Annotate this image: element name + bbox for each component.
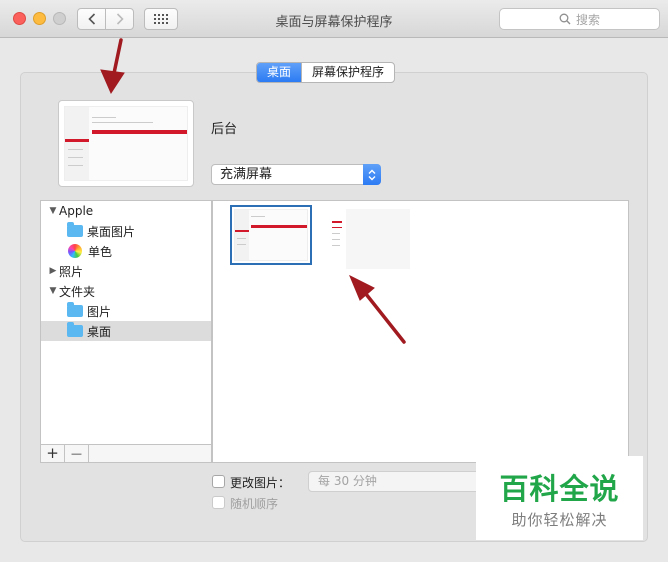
watermark-title: 百科全说 <box>499 472 620 506</box>
source-list: ▼ Apple 桌面图片 单色 ▶ 照片 ▼ 文件夹 图片 桌面 + — <box>40 200 212 463</box>
search-field[interactable]: 搜索 <box>499 8 660 30</box>
random-order-checkbox[interactable] <box>212 496 225 509</box>
sidebar-item-photos[interactable]: ▶ 照片 <box>41 261 211 281</box>
updown-icon <box>363 164 381 185</box>
sidebar-item-folders[interactable]: ▼ 文件夹 <box>41 281 211 301</box>
sidebar-item-desktop[interactable]: 桌面 <box>41 321 211 341</box>
interval-select[interactable]: 每 30 分钟 <box>308 471 488 492</box>
folder-icon <box>67 222 83 237</box>
disclosure-open-icon[interactable]: ▼ <box>47 286 59 296</box>
sidebar-item-label: 图片 <box>87 304 112 319</box>
search-icon <box>559 13 571 25</box>
tab-screen-saver[interactable]: 屏幕保护程序 <box>301 63 394 82</box>
sidebar-item-label: Apple <box>59 204 94 218</box>
sidebar-item-apple[interactable]: ▼ Apple <box>41 201 211 221</box>
sidebar-item-label: 照片 <box>59 264 84 279</box>
sidebar-item-desktop-pictures[interactable]: 桌面图片 <box>41 221 211 241</box>
watermark-logo: 百科全说 助你轻松解决 <box>476 456 643 540</box>
random-order-label: 随机顺序 <box>230 497 279 511</box>
wallpaper-thumbnail-selected[interactable] <box>230 205 312 265</box>
sidebar-item-label: 文件夹 <box>59 284 96 299</box>
background-label: 后台 <box>211 122 238 137</box>
current-wallpaper-preview <box>58 100 194 187</box>
remove-folder-button[interactable]: — <box>65 445 89 462</box>
disclosure-open-icon[interactable]: ▼ <box>47 206 59 216</box>
folder-icon <box>67 322 83 337</box>
thumbnail-image <box>234 209 308 261</box>
fit-select[interactable]: 充满屏幕 <box>211 164 381 185</box>
source-list-toolbar: + — <box>41 444 211 462</box>
sidebar-item-label: 桌面 <box>87 324 112 339</box>
color-wheel-icon <box>68 244 82 258</box>
title-bar: 桌面与屏幕保护程序 搜索 <box>0 0 668 38</box>
tab-desktop[interactable]: 桌面 <box>257 63 302 82</box>
sidebar-item-label: 桌面图片 <box>87 224 136 239</box>
thumbnail-image <box>328 209 410 269</box>
disclosure-closed-icon[interactable]: ▶ <box>47 266 59 276</box>
sidebar-item-pictures[interactable]: 图片 <box>41 301 211 321</box>
search-placeholder: 搜索 <box>575 12 600 27</box>
pictures-folder-icon <box>67 302 83 317</box>
picture-gallery <box>212 200 629 463</box>
watermark-subtitle: 助你轻松解决 <box>511 511 608 529</box>
change-picture-checkbox[interactable] <box>212 475 225 488</box>
change-picture-label: 更改图片： <box>230 476 291 490</box>
wallpaper-thumbnail[interactable] <box>328 209 410 269</box>
preview-image <box>64 106 188 181</box>
tab-bar: 桌面 屏幕保护程序 <box>256 62 396 83</box>
sidebar-item-label: 单色 <box>88 244 113 259</box>
add-folder-button[interactable]: + <box>41 445 65 462</box>
sidebar-item-solid-colors[interactable]: 单色 <box>41 241 211 261</box>
fit-select-value: 充满屏幕 <box>220 167 273 182</box>
